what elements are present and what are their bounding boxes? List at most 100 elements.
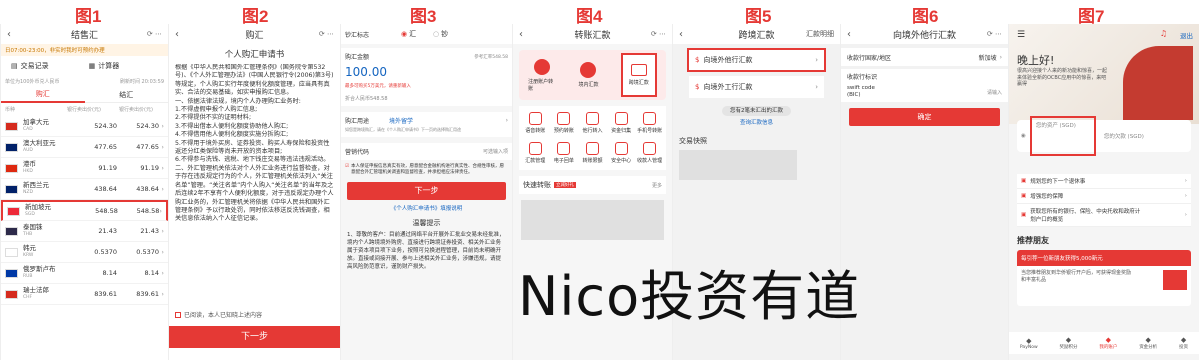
nav-item[interactable]: ◆ 资金分析 xyxy=(1139,336,1157,350)
remit-icbc[interactable]: $ 向境外工行汇款 › xyxy=(689,76,824,98)
currency-name: 韩元 xyxy=(23,244,36,252)
currency-row-cad[interactable]: 加拿大元 CAD 524.30 524.30 › xyxy=(1,116,168,137)
country-select[interactable]: 新加坡 xyxy=(979,53,997,62)
currency-row-nzd[interactable]: 新西兰元 NZD 438.64 438.64 › xyxy=(1,179,168,200)
more-link[interactable]: 更多 xyxy=(652,182,662,189)
currency-row-krw[interactable]: 韩元 KRW 0.5370 0.5370 › xyxy=(1,242,168,263)
registered-account-transfer[interactable]: 注册账户转账 xyxy=(528,58,556,92)
col-currency: 币种 xyxy=(5,107,16,113)
shortcut-item[interactable]: ▣ 增强您的保障 › xyxy=(1017,189,1191,204)
feature-item[interactable]: 安全中心 xyxy=(607,142,635,164)
feature-item[interactable]: 电子回单 xyxy=(550,142,578,164)
tips-title: 温馨提示 xyxy=(412,219,441,227)
calculator-button[interactable]: ▦ 计算器 xyxy=(89,61,120,71)
chevron-right-icon: › xyxy=(161,185,164,193)
remit-other-bank[interactable]: $ 向境外他行汇款 › xyxy=(687,48,826,72)
radio-hui[interactable]: ◉ 汇 xyxy=(401,29,416,39)
feature-item[interactable]: 汇款管理 xyxy=(521,142,549,164)
amount-input[interactable]: 100.00 xyxy=(345,65,508,79)
quick-title: 交易快照 xyxy=(679,137,707,145)
currency-row-aud[interactable]: 澳大利亚元 AUD 477.65 477.65 › xyxy=(1,137,168,158)
next-button[interactable]: 下一步 xyxy=(347,182,506,200)
back-icon[interactable]: ‹ xyxy=(175,29,179,40)
sell-rate: 477.65 xyxy=(136,143,159,151)
feature-item[interactable]: 手机号转账 xyxy=(636,112,664,134)
back-icon[interactable]: ‹ xyxy=(847,29,851,40)
purpose-select[interactable]: 境外留学 xyxy=(389,116,413,125)
page-title: 转账汇款 xyxy=(574,30,611,41)
money-bag-icon: $ xyxy=(695,83,700,91)
bottom-nav: ◆ PayNow ◆ 奖励积分 ◆ 我的账户 ◆ 资金分析 ◆ 投资 xyxy=(1009,332,1199,354)
ocbc-home-screen: ☰ ♫ 退出 晚上好! 很高兴迎接个人来的新功能和惊喜，一起来体验全新的OCBC… xyxy=(1008,24,1199,360)
currency-row-chf[interactable]: 瑞士法郎 CHF 839.61 839.61 › xyxy=(1,284,168,305)
remit-detail-link[interactable]: 汇款明细 xyxy=(806,29,834,39)
nav-item[interactable]: ◆ 我的账户 xyxy=(1099,336,1117,350)
tab-assets[interactable]: 您的资产 (SGD) xyxy=(1029,116,1096,156)
feature-item[interactable]: 转账限额 xyxy=(578,142,606,164)
page-title: 向境外他行汇款 xyxy=(892,30,956,41)
more-icon[interactable]: ⟳ ⋯ xyxy=(651,30,666,38)
consent-text: 本人保证申报信息真实有效，愿意配合金融机构进行真实性、合规性审核，愿意配合外汇管… xyxy=(351,164,505,175)
tab-debt[interactable]: 您的欠款 (SGD) xyxy=(1104,132,1144,140)
radio-chao[interactable]: ○ 钞 xyxy=(433,29,448,39)
feature-icon xyxy=(528,142,542,155)
chevron-right-icon: › xyxy=(161,269,164,277)
more-icon[interactable]: ⟳ ⋯ xyxy=(987,30,1002,38)
swift-input[interactable]: 请输入 xyxy=(987,89,1002,96)
query-link[interactable]: 查询汇款信息 xyxy=(673,118,840,126)
currency-code: HKD xyxy=(23,169,33,174)
feature-item[interactable]: 预约转账 xyxy=(550,112,578,134)
tab-sell[interactable]: 结汇 xyxy=(85,90,169,100)
label-code: 营销代码 xyxy=(345,149,370,156)
nav-item[interactable]: ◆ 投资 xyxy=(1179,336,1188,350)
feature-item[interactable]: 资金归集 xyxy=(607,112,635,134)
next-button[interactable]: 下一步 xyxy=(169,326,340,348)
cross-border-remit[interactable]: 跨境汇款 xyxy=(620,53,657,97)
more-icon[interactable]: ⟳ ⋯ xyxy=(147,30,162,38)
confirm-button[interactable]: 确定 xyxy=(849,108,1000,126)
buy-rate: 839.61 xyxy=(94,290,117,298)
doc-icon: ▤ xyxy=(11,62,18,70)
nav-item[interactable]: ◆ 奖励积分 xyxy=(1060,336,1078,350)
domestic-remit[interactable]: 境内汇款 xyxy=(574,62,602,88)
currency-row-thb[interactable]: 泰国铢 THB 21.43 21.43 › xyxy=(1,221,168,242)
feature-item[interactable]: 收款人管理 xyxy=(636,142,664,164)
currency-row-rub[interactable]: 俄罗斯卢布 RUB 8.14 8.14 › xyxy=(1,263,168,284)
tab-buy[interactable]: 购汇 xyxy=(1,87,85,103)
feature-icon xyxy=(643,142,657,155)
nav-item[interactable]: ◆ PayNow xyxy=(1020,337,1038,350)
tips-body: 1、尊敬的客户：目前通过网络平台开展外汇批业交易未经批准，境内个人跨境境外购房、… xyxy=(347,232,505,270)
header: ‹ 结售汇 ⟳ ⋯ xyxy=(1,24,168,44)
back-icon[interactable]: ‹ xyxy=(519,29,523,40)
pending-pill[interactable]: 您有2笔未汇出的汇款 xyxy=(722,106,791,116)
money-bag-icon: $ xyxy=(695,56,700,64)
currency-row-sgd[interactable]: 新加坡元 SGD 548.58 548.58 › xyxy=(1,200,168,221)
refresh-time: 刷新时间 20:03:59 xyxy=(119,79,164,85)
chevron-right-icon: › xyxy=(161,290,164,298)
back-icon[interactable]: ‹ xyxy=(679,29,683,40)
menu-icon[interactable]: ☰ xyxy=(1017,30,1025,40)
col-buy: 银行卖出价(元) xyxy=(67,107,101,113)
more-icon[interactable]: ⟳ ⋯ xyxy=(319,30,334,38)
logout-button[interactable]: 退出 xyxy=(1180,30,1193,40)
chevron-right-icon: › xyxy=(1184,212,1187,218)
flag-icon xyxy=(5,268,18,278)
feature-grid: 语音转账 预约转账 他行转入 资金归集 手机号转账汇款管理 电子回单 转账限额 安全中心 收款人… xyxy=(519,106,666,170)
trade-record-button[interactable]: ▤ 交易记录 xyxy=(11,61,49,71)
eye-icon[interactable]: ◉ xyxy=(1021,133,1026,139)
currency-row-hkd[interactable]: 港币 HKD 91.19 91.19 › xyxy=(1,158,168,179)
welcome-text: 很高兴迎接个人来的新功能和惊喜，一起来体验全新的OCBC应用中的惊喜，来吧赢得 xyxy=(1017,68,1108,87)
guide-link[interactable]: 《个人购汇申请书》填报说明 xyxy=(341,204,512,212)
bell-icon[interactable]: ♫ xyxy=(1160,29,1167,38)
code-input[interactable]: 可选输入项 xyxy=(483,148,508,155)
shortcut-item[interactable]: ▣ 规划您的下一个退休事 › xyxy=(1017,174,1191,189)
referral-card[interactable]: 每引荐一位新朋友获得5,000新元 当您推荐朋友到华侨银行开户后，可获得现金奖励… xyxy=(1017,250,1191,306)
back-icon[interactable]: ‹ xyxy=(7,29,11,40)
currency-code: CAD xyxy=(23,127,33,132)
chevron-right-icon: › xyxy=(161,227,164,235)
checkbox-icon[interactable]: ☑ xyxy=(345,164,349,170)
feature-item[interactable]: 他行转入 xyxy=(578,112,606,134)
agree-checkbox[interactable]: 已阅读，本人已知晓上述内容 xyxy=(175,310,262,319)
shortcut-item[interactable]: ▣ 获取您所有的银行、保险、中央托收和政府计划户口的概览 › xyxy=(1017,204,1191,227)
feature-item[interactable]: 语音转账 xyxy=(521,112,549,134)
